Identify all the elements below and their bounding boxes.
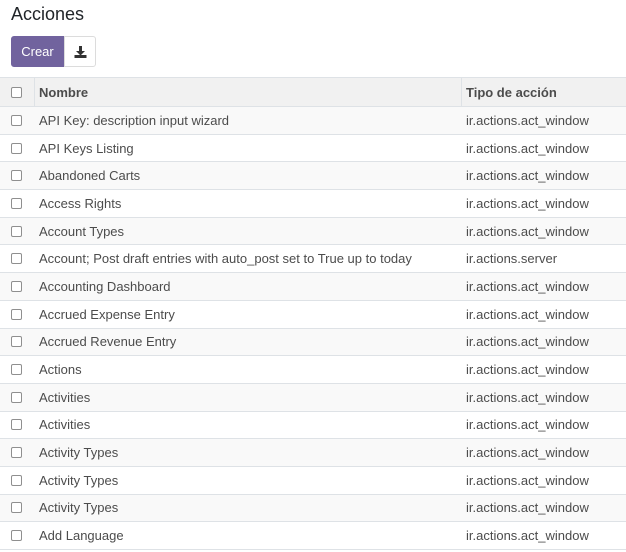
cell-name: Activity Types	[39, 500, 119, 516]
cell-action-type: ir.actions.act_window	[466, 528, 589, 544]
row-select-cell	[0, 439, 35, 466]
row-select-cell	[0, 467, 35, 494]
cell-name: Activity Types	[39, 472, 119, 488]
table-row[interactable]: Add Language ir.actions.act_window	[0, 522, 626, 550]
row-select-cell	[0, 245, 35, 272]
cell-action-type: ir.actions.act_window	[466, 306, 589, 322]
cell-name: Accounting Dashboard	[39, 278, 171, 294]
row-checkbox[interactable]	[11, 225, 22, 237]
row-checkbox[interactable]	[11, 502, 22, 514]
table-row[interactable]: Accounting Dashboard ir.actions.act_windo…	[0, 273, 626, 301]
cell-action-type: ir.actions.act_window	[466, 112, 589, 128]
cell-action-type: ir.actions.act_window	[466, 389, 589, 405]
row-select-cell	[0, 190, 35, 217]
table-row[interactable]: Activity Types ir.actions.act_window	[0, 466, 626, 495]
table-row[interactable]: Accrued Expense Entry ir.actions.act_wind…	[0, 300, 626, 329]
cell-action-type: ir.actions.act_window	[466, 278, 589, 294]
toolbar: Crear	[11, 36, 96, 67]
cell-action-type: ir.actions.server	[466, 251, 558, 267]
cell-name: Activities	[39, 389, 91, 405]
table-row[interactable]: Actions ir.actions.act_window	[0, 356, 626, 384]
cell-action-type: ir.actions.act_window	[466, 417, 589, 433]
cell-name: Abandoned Carts	[39, 168, 141, 184]
row-checkbox[interactable]	[11, 530, 22, 542]
row-checkbox[interactable]	[11, 474, 22, 486]
row-select-cell	[0, 329, 35, 356]
table-row[interactable]: Account; Post draft entries with auto_po…	[0, 245, 626, 274]
row-select-cell	[0, 356, 35, 383]
column-header-name[interactable]: Nombre	[35, 78, 462, 106]
row-checkbox[interactable]	[11, 280, 22, 292]
row-select-cell	[0, 273, 35, 300]
cell-name: API Key: description input wizard	[39, 112, 230, 128]
select-all-checkbox[interactable]	[10, 86, 22, 98]
row-checkbox[interactable]	[11, 364, 22, 376]
cell-action-type: ir.actions.act_window	[466, 472, 589, 488]
cell-action-type: ir.actions.act_window	[466, 500, 589, 516]
row-select-cell	[0, 107, 35, 134]
row-checkbox[interactable]	[11, 336, 22, 348]
row-select-cell	[0, 135, 35, 162]
row-checkbox[interactable]	[11, 114, 22, 126]
table-header: Nombre Tipo de acción	[0, 77, 626, 107]
row-select-cell	[0, 522, 35, 549]
table-row[interactable]: API Keys Listing ir.actions.act_window	[0, 134, 626, 163]
row-select-cell	[0, 384, 35, 411]
cell-action-type: ir.actions.act_window	[466, 168, 589, 184]
cell-name: Accrued Expense Entry	[39, 306, 175, 322]
row-checkbox[interactable]	[11, 447, 22, 459]
row-checkbox[interactable]	[11, 142, 22, 154]
row-checkbox[interactable]	[11, 391, 22, 403]
cell-name: Add Language	[39, 528, 124, 544]
select-all-cell	[0, 78, 35, 106]
row-checkbox[interactable]	[11, 170, 22, 182]
cell-action-type: ir.actions.act_window	[466, 140, 589, 156]
cell-name: Activity Types	[39, 445, 119, 461]
table-row[interactable]: API Key: description input wizard ir.acti…	[0, 107, 626, 135]
row-checkbox[interactable]	[11, 197, 22, 209]
table-row[interactable]: Abandoned Carts ir.actions.act_window	[0, 162, 626, 191]
row-select-cell	[0, 301, 35, 328]
create-button[interactable]: Crear	[11, 36, 64, 67]
cell-name: Access Rights	[39, 195, 122, 211]
table-body: API Key: description input wizard ir.acti…	[0, 107, 626, 550]
cell-name: Account Types	[39, 223, 125, 239]
table-row[interactable]: Accrued Revenue Entry ir.actions.act_wind…	[0, 328, 626, 357]
cell-name: Actions	[39, 362, 82, 378]
row-select-cell	[0, 218, 35, 245]
table-row[interactable]: Activity Types ir.actions.act_window	[0, 494, 626, 523]
row-select-cell	[0, 495, 35, 522]
row-checkbox[interactable]	[11, 308, 22, 320]
row-select-cell	[0, 162, 35, 189]
table-row[interactable]: Activities ir.actions.act_window	[0, 411, 626, 440]
table-row[interactable]: Activities ir.actions.act_window	[0, 383, 626, 412]
cell-name: API Keys Listing	[39, 140, 134, 156]
page-title: Acciones	[11, 4, 85, 24]
list-table: Nombre Tipo de acción API Key: descripti…	[0, 77, 626, 550]
column-header-type[interactable]: Tipo de acción	[462, 78, 626, 106]
cell-name: Accrued Revenue Entry	[39, 334, 177, 350]
table-row[interactable]: Activity Types ir.actions.act_window	[0, 439, 626, 467]
row-checkbox[interactable]	[11, 253, 22, 265]
download-icon	[74, 45, 87, 58]
cell-name: Account; Post draft entries with auto_po…	[39, 251, 412, 267]
cell-action-type: ir.actions.act_window	[466, 195, 589, 211]
cell-name: Activities	[39, 417, 91, 433]
download-button[interactable]	[64, 36, 96, 67]
table-row[interactable]: Account Types ir.actions.act_window	[0, 217, 626, 246]
cell-action-type: ir.actions.act_window	[466, 362, 589, 378]
cell-action-type: ir.actions.act_window	[466, 445, 589, 461]
cell-action-type: ir.actions.act_window	[466, 334, 589, 350]
row-checkbox[interactable]	[11, 419, 22, 431]
row-select-cell	[0, 412, 35, 439]
cell-action-type: ir.actions.act_window	[466, 223, 589, 239]
table-row[interactable]: Access Rights ir.actions.act_window	[0, 190, 626, 218]
